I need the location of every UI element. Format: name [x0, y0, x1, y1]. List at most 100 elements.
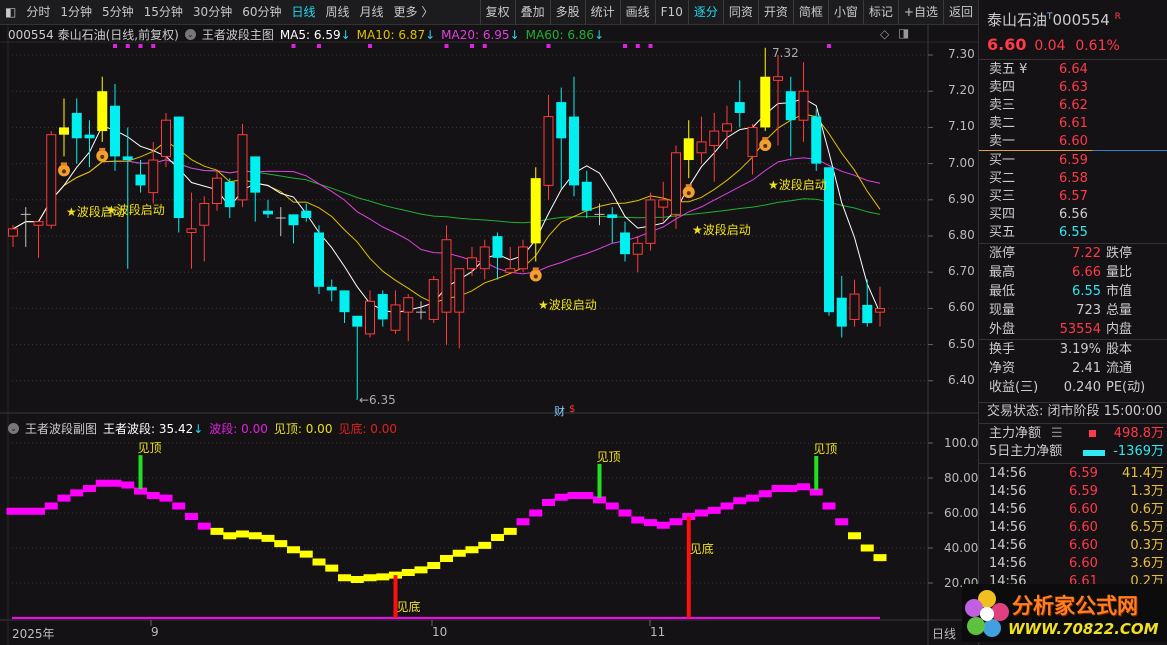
candle-down [352, 315, 363, 327]
candle-up [518, 246, 528, 270]
toolbar-button[interactable]: 复权 [479, 0, 515, 25]
down-arrow-icon: ↓ [509, 27, 520, 42]
tick-row: 14:56 6.59 1.3万 [989, 484, 1164, 499]
quote-panel: 泰山石油T000554 R 6.60 0.04 0.61% 卖五 ¥6.64 卖四… [978, 0, 1167, 645]
date-tick-label: 10 [432, 625, 448, 639]
ask-row: 卖五 ¥6.64 [989, 62, 1088, 77]
period-tab[interactable]: 更多 〉 [389, 0, 439, 25]
wave-block [274, 540, 288, 548]
indicator-dropdown-icon[interactable]: ⌄ [184, 29, 196, 40]
wave-block [567, 492, 581, 499]
candle-up [479, 246, 490, 270]
main-chart-header: 000554 泰山石油(日线,前复权) ⌄ 王者波段主图 MA5: 6.59↓ … [8, 26, 605, 43]
sub-chart-header: ⌄ 王者波段副图 王者波段: 35.42↓ 波段: 0.00 见顶: 0.00 … [8, 420, 397, 437]
ma60-value: MA60: 6.86↓ [525, 27, 605, 42]
period-label[interactable]: 日线 [932, 625, 956, 642]
down-arrow-icon: ↓ [193, 422, 204, 436]
bottom-signal-label: 见底 [396, 600, 421, 614]
period-tab[interactable]: 月线 [355, 0, 389, 25]
bid-row: 买二 6.58 [989, 171, 1088, 186]
toolbar: ◧ 分时 1分钟 5分钟 15分钟 30分钟 60分钟 日线 周线 月线 更多 〉 复权 叠加 多股统… [0, 0, 978, 25]
candle-down [377, 294, 388, 320]
stat-row: 最低 6.55 市值 [989, 284, 1133, 299]
price-tick-label: 6.80 [948, 228, 975, 242]
sub-tick-label: 60.00 [944, 506, 979, 520]
sidebar-toggle-icon[interactable]: ◧ [0, 0, 21, 25]
chart-canvas[interactable] [0, 0, 978, 645]
candle-up [645, 199, 656, 244]
period-tab[interactable]: 15分钟 [139, 0, 188, 25]
period-tab[interactable]: 周线 [321, 0, 355, 25]
finance-sub-marker: $ [569, 404, 576, 415]
wave-block [210, 527, 224, 535]
finance-marker[interactable]: 财 [554, 403, 565, 419]
toolbar-button[interactable]: 叠加 [514, 0, 550, 25]
toolbar-button[interactable]: F10 [654, 0, 688, 25]
toolbar-button[interactable]: 标记 [862, 0, 898, 25]
toolbar-button[interactable]: 逐分 [687, 0, 723, 25]
toolbar-button[interactable]: +自选 [897, 0, 943, 25]
wave-block [19, 507, 33, 515]
wave-block [440, 555, 453, 562]
candle-down [569, 116, 579, 186]
panel-toggle-icon[interactable]: ◨ [898, 26, 909, 40]
wave-block [771, 485, 785, 492]
period-tab[interactable]: 日线 [286, 0, 320, 25]
toolbar-button[interactable]: 画线 [619, 0, 655, 25]
wave-block [733, 497, 747, 505]
bottom-value: 见底: 0.00 [338, 422, 398, 436]
price-tick-label: 6.90 [948, 191, 975, 206]
wave-block [6, 507, 20, 515]
candle-down [224, 181, 235, 208]
toolbar-button[interactable]: 小窗 [827, 0, 863, 25]
period-tab[interactable]: 分时 [21, 0, 55, 25]
sub-indicator-name[interactable]: 王者波段副图 [25, 420, 97, 437]
stat-row: 涨停 7.22 跌停 [989, 246, 1133, 261]
toolbar-button[interactable]: 简框 [792, 0, 828, 25]
period-tab[interactable]: 30分钟 [188, 0, 237, 25]
toolbar-button[interactable]: 开资 [757, 0, 793, 25]
wave-block [172, 502, 186, 510]
signal-dot [482, 44, 487, 48]
toolbar-button[interactable]: 多股 [549, 0, 585, 25]
wave-block [478, 541, 492, 549]
sub-tick-label: 80.00 [944, 471, 979, 485]
wave-start-label: ★波段启动 [692, 223, 751, 237]
flower-logo-icon [965, 590, 1009, 637]
period-tab[interactable]: 5分钟 [97, 0, 139, 25]
candle-up [403, 297, 414, 313]
down-arrow-icon: ↓ [425, 27, 436, 42]
period-tab[interactable]: 1分钟 [55, 0, 97, 25]
diamond-icon[interactable]: ◇ [880, 27, 889, 41]
candle-down [263, 210, 273, 215]
date-tick-label: 9 [151, 625, 159, 639]
top-signal-label: 见顶 [813, 442, 838, 456]
toolbar-button[interactable]: 返回 [942, 0, 978, 25]
date-tick-label: 11 [650, 625, 666, 639]
wave-start-label: ★波段启动 [768, 178, 827, 192]
wave-block [83, 485, 96, 492]
wave-block [529, 509, 543, 517]
candle-up [722, 123, 732, 132]
ask-row: 卖一 6.60 [989, 134, 1088, 149]
period-tab[interactable]: 60分钟 [237, 0, 286, 25]
wave-block [452, 549, 466, 557]
bid-row: 买四 6.56 [989, 207, 1088, 222]
wave-block [312, 558, 326, 566]
indicator-dropdown-icon[interactable]: ⌄ [8, 423, 19, 434]
toolbar-button[interactable]: 统计 [584, 0, 620, 25]
wave-block [784, 485, 798, 492]
ask-row: 卖三 6.62 [989, 98, 1088, 113]
list-icon[interactable]: ☰ [1051, 425, 1063, 443]
wave-block [146, 492, 160, 499]
wave-block [185, 513, 198, 520]
wave-block [707, 506, 721, 514]
price-tick-label: 7.20 [948, 83, 975, 98]
candle-down [836, 297, 847, 327]
wave-block [835, 518, 849, 526]
moneybag-icon [58, 162, 70, 177]
main-indicator-name[interactable]: 王者波段主图 [202, 26, 274, 43]
candle-up [441, 239, 452, 313]
wave-block [95, 479, 109, 487]
toolbar-button[interactable]: 同资 [722, 0, 758, 25]
